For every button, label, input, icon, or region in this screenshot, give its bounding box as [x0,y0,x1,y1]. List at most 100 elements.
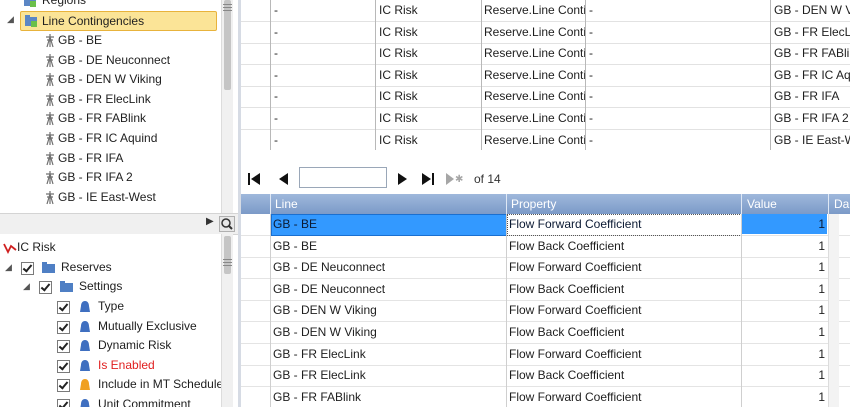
property-cell[interactable]: Flow Back Coefficient [509,365,737,386]
table-cell: - [589,89,593,104]
tree-node-setting[interactable]: Mutually Exclusive [0,317,221,336]
column-header-date[interactable]: Da [834,194,849,214]
value-cell[interactable]: 1 [744,365,825,386]
setting-checkbox[interactable] [57,399,70,407]
column-header-line[interactable]: Line [275,194,298,214]
tree-node-setting[interactable]: Type [0,297,221,316]
setting-property-icon [80,359,90,371]
value-cell[interactable]: 1 [744,322,825,343]
table-row[interactable]: GB - FR ElecLink Flow Forward Coefficient… [241,344,850,366]
column-header-value[interactable]: Value [747,194,777,214]
tree-node-reserves[interactable]: ◢ Reserves [0,258,221,277]
value-cell-scrollbar[interactable] [828,214,839,407]
value-cell[interactable]: 1 [744,279,825,300]
line-cell[interactable]: GB - DE Neuconnect [273,279,503,300]
table-cell: GB - FR ElecLi [774,24,850,39]
property-cell[interactable]: Flow Back Coefficient [509,322,737,343]
tree-node-label: Type [98,299,125,313]
table-cell: IC Risk [379,3,418,17]
value-cell[interactable]: 1 [744,214,825,235]
ic-risk-tree: IC Risk ◢ Reserves ◢ Settings Type Mutual… [0,234,221,407]
table-row[interactable]: GB - DEN W Viking Flow Forward Coefficien… [241,300,850,323]
first-page-icon[interactable] [247,172,261,186]
property-cell[interactable]: Flow Forward Coefficient [509,344,737,365]
last-page-icon[interactable] [421,172,435,186]
page-count-label: of 14 [474,172,501,186]
search-icon[interactable] [219,216,235,232]
setting-checkbox[interactable] [57,340,70,354]
table-row[interactable]: GB - FR ElecLink Flow Back Coefficient 1 [241,365,850,388]
scroll-right-arrow-icon[interactable]: ▶ [206,216,214,227]
table-row[interactable]: - IC Risk Reserve.Line Contir - GB - FR IC A… [241,65,850,87]
table-row[interactable]: - IC Risk Reserve.Line Contir - GB - FR IFA … [241,108,850,130]
table-cell: GB - IE East-We [774,132,850,147]
property-cell[interactable]: Flow Forward Coefficient [509,257,737,278]
collapse-arrow-icon[interactable]: ◢ [5,258,12,277]
page-number-input[interactable] [299,167,387,188]
line-cell[interactable]: GB - FR ElecLink [273,344,503,365]
value-cell[interactable]: 1 [744,236,825,257]
reserves-checkbox[interactable] [21,262,34,275]
tree-top-scrollbar[interactable] [221,0,233,213]
property-cell[interactable]: Flow Back Coefficient [509,279,737,300]
table-row[interactable]: GB - BE Flow Back Coefficient 1 [241,236,850,258]
value-cell[interactable]: 1 [744,257,825,278]
line-cell[interactable]: GB - DE Neuconnect [273,257,503,278]
property-cell[interactable]: Flow Back Coefficient [509,236,737,257]
value-cell[interactable]: 1 [744,344,825,365]
line-cell[interactable]: GB - BE [273,214,503,235]
tree-node-setting[interactable]: Include in MT Schedule [0,375,221,394]
settings-checkbox[interactable] [39,281,52,294]
table-row[interactable]: - IC Risk Reserve.Line Contir - GB - FR Elec… [241,22,850,44]
previous-page-icon[interactable] [277,172,289,186]
table-cell: GB - FR IFA 2 [774,111,849,125]
next-page-icon[interactable] [397,172,409,186]
table-row[interactable]: GB - BE Flow Forward Coefficient 1 [241,214,850,236]
new-page-icon[interactable]: ✱ [445,172,463,186]
tree-bottom-scrollbar[interactable] [221,234,233,407]
table-cell: Reserve.Line Contir [484,46,585,61]
transmission-tower-icon [46,92,54,106]
setting-checkbox[interactable] [57,359,70,373]
table-row[interactable]: GB - FR FABlink Flow Forward Coefficient 1 [241,387,850,407]
scrollbar-thumb[interactable] [224,0,231,90]
table-row[interactable]: - IC Risk Reserve.Line Contir - GB - IE East… [241,130,850,150]
value-cell[interactable]: 1 [744,300,825,321]
grip-icon [223,259,232,260]
table-row[interactable]: GB - DEN W Viking Flow Back Coefficient 1 [241,322,850,344]
tree-node-line-contingencies[interactable]: Line Contingencies [20,11,217,31]
line-cell[interactable]: GB - BE [273,236,503,257]
value-cell[interactable]: 1 [744,387,825,407]
setting-checkbox[interactable] [57,301,70,314]
line-cell[interactable]: GB - DEN W Viking [273,300,503,321]
collapse-arrow-icon[interactable]: ◢ [23,277,30,296]
table-row[interactable]: - IC Risk Reserve.Line Contir - GB - FR FABl… [241,43,850,66]
table-row[interactable]: GB - DE Neuconnect Flow Back Coefficient 1 [241,279,850,301]
table-cell: - [589,46,593,61]
property-cell[interactable]: Flow Forward Coefficient [509,300,737,321]
scrollbar-thumb[interactable] [224,236,231,274]
line-cell[interactable]: GB - FR ElecLink [273,365,503,386]
property-cell[interactable]: Flow Forward Coefficient [509,214,737,235]
table-row[interactable]: - IC Risk Reserve.Line Contir - GB - DEN W V… [241,0,850,22]
collapse-arrow-icon[interactable]: ◢ [7,14,14,25]
table-row[interactable]: GB - DE Neuconnect Flow Forward Coefficie… [241,257,850,280]
table-cell: Reserve.Line Contir [484,67,585,82]
column-header-property[interactable]: Property [511,194,556,214]
tree-node-setting[interactable]: Unit Commitment [0,395,221,407]
line-cell[interactable]: GB - DEN W Viking [273,322,503,343]
tree-node-label: GB - FR ElecLink [58,91,151,106]
line-cell[interactable]: GB - FR FABlink [273,387,503,407]
setting-property-icon [80,320,90,332]
tree-node-setting[interactable]: Is Enabled [0,356,221,375]
setting-checkbox[interactable] [57,320,70,334]
tree-node-settings[interactable]: ◢ Settings [0,277,221,296]
table-row[interactable]: - IC Risk Reserve.Line Contir - GB - FR IFA [241,86,850,109]
tree-node-label: GB - FR IC Aquind [58,131,158,145]
tree-node-setting[interactable]: Dynamic Risk [0,336,221,355]
tree-node-label: Unit Commitment [98,397,191,407]
grip-icon [223,265,232,266]
tree-splitter[interactable]: ▶ [0,213,238,235]
setting-checkbox[interactable] [57,379,70,393]
property-cell[interactable]: Flow Forward Coefficient [509,387,737,407]
